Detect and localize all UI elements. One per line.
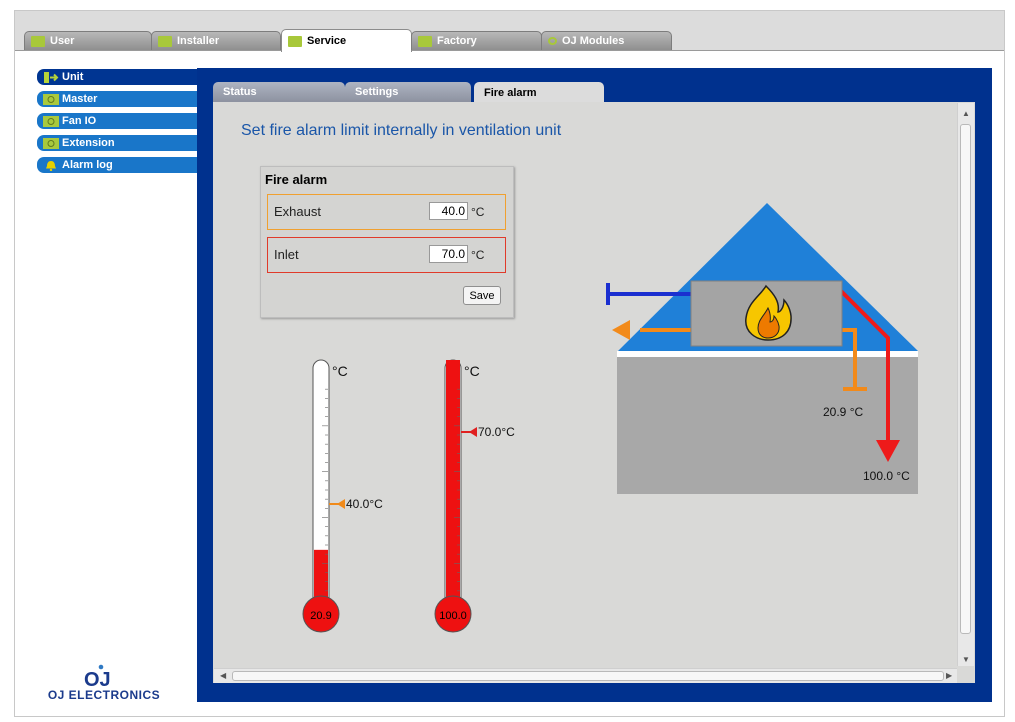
exhaust-arrow-head [612, 320, 630, 340]
building-roofline [617, 351, 918, 357]
inlet-temperature: 100.0 °C [863, 469, 910, 483]
exhaust-temperature: 20.9 °C [823, 405, 864, 419]
ventilation-unit-diagram [606, 203, 918, 494]
